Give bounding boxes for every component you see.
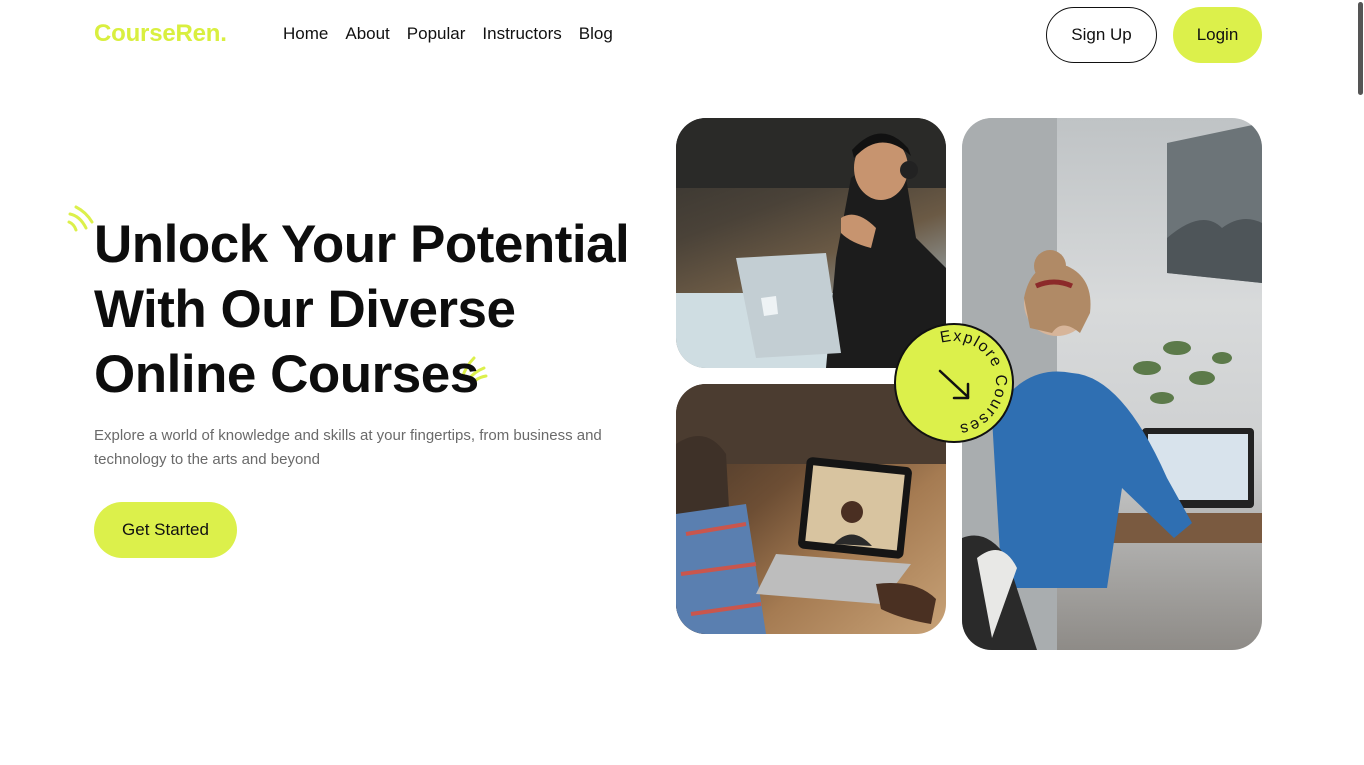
nav-item-about[interactable]: About <box>345 24 389 44</box>
signup-button[interactable]: Sign Up <box>1046 7 1157 63</box>
arrow-down-right-icon <box>938 369 970 400</box>
site-logo[interactable]: CourseRen. <box>94 20 227 48</box>
hero-title-line: Online Courses <box>94 345 479 404</box>
nav-item-home[interactable]: Home <box>283 24 328 44</box>
page-scrollbar[interactable] <box>1356 0 1364 765</box>
explore-courses-badge[interactable]: Explore Courses <box>894 323 1014 443</box>
nav-item-popular[interactable]: Popular <box>407 24 466 44</box>
explore-courses-badge-graphic: Explore Courses <box>938 328 1009 438</box>
nav-item-instructors[interactable]: Instructors <box>482 24 561 44</box>
hero-subtitle: Explore a world of knowledge and skills … <box>94 427 602 468</box>
badge-text: Explore Courses <box>939 328 1008 438</box>
nav-item-blog[interactable]: Blog <box>579 24 613 44</box>
hero-title-line: With Our Diverse <box>94 280 516 339</box>
get-started-button[interactable]: Get Started <box>94 502 237 558</box>
site-header: CourseRen. Home About Popular Instructor… <box>0 0 1364 72</box>
scrollbar-thumb[interactable] <box>1358 2 1363 95</box>
spark-decoration-icon <box>67 205 94 232</box>
main-nav: Home About Popular Instructors Blog <box>283 24 613 44</box>
hero-title: Unlock Your Potential With Our Diverse O… <box>94 212 654 407</box>
svg-text:Explore Courses: Explore Courses <box>939 328 1009 438</box>
login-button[interactable]: Login <box>1173 7 1262 63</box>
hero-title-line: Unlock Your Potential <box>94 215 630 274</box>
